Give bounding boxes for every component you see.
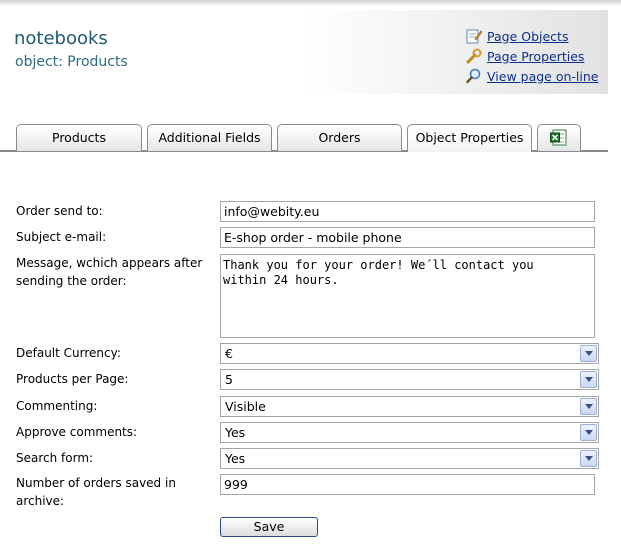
tab-orders[interactable]: Orders bbox=[277, 124, 402, 151]
search-form-value: Yes bbox=[225, 451, 246, 466]
message-label-line1: Message, wchich appears after bbox=[16, 256, 203, 270]
orders-archive-label-line2: archive: bbox=[16, 494, 65, 508]
products-per-page-value: 5 bbox=[225, 372, 233, 387]
message-textarea[interactable]: Thank you for your order! We´ll contact … bbox=[220, 254, 595, 338]
search-form-label: Search form: bbox=[16, 451, 94, 465]
page-properties-link-row: Page Properties bbox=[466, 46, 598, 66]
tab-object-properties[interactable]: Object Properties bbox=[407, 124, 532, 152]
order-send-to-label: Order send to: bbox=[16, 204, 103, 218]
order-send-to-input[interactable] bbox=[220, 201, 595, 222]
commenting-select[interactable]: Visible bbox=[220, 396, 599, 417]
top-border bbox=[0, 0, 621, 6]
page-objects-link[interactable]: Page Objects bbox=[487, 29, 568, 44]
default-currency-label: Default Currency: bbox=[16, 346, 121, 360]
tab-additional-fields[interactable]: Additional Fields bbox=[147, 124, 272, 151]
object-subtitle: object: Products bbox=[15, 54, 128, 70]
default-currency-value: € bbox=[225, 346, 233, 361]
subject-email-label: Subject e-mail: bbox=[16, 230, 107, 244]
tab-products[interactable]: Products bbox=[16, 124, 142, 151]
subject-email-input[interactable] bbox=[220, 227, 595, 248]
chevron-down-icon[interactable] bbox=[580, 450, 597, 467]
message-label-line2: sending the order: bbox=[16, 274, 127, 288]
magnifier-icon bbox=[466, 68, 482, 84]
chevron-down-icon[interactable] bbox=[580, 398, 597, 415]
view-page-online-link[interactable]: View page on-line bbox=[487, 69, 598, 84]
orders-archive-label-line1: Number of orders saved in bbox=[16, 476, 176, 490]
header-links: Page Objects Page Properties View page o… bbox=[466, 26, 598, 86]
commenting-label: Commenting: bbox=[16, 399, 98, 413]
orders-archive-input[interactable] bbox=[220, 474, 595, 495]
approve-comments-select[interactable]: Yes bbox=[220, 422, 599, 443]
default-currency-select[interactable]: € bbox=[220, 343, 599, 364]
tab-excel-export[interactable] bbox=[537, 124, 581, 151]
save-button[interactable]: Save bbox=[220, 517, 318, 537]
pencil-icon bbox=[466, 28, 483, 44]
message-label: Message, wchich appears after sending th… bbox=[16, 254, 202, 290]
orders-archive-label: Number of orders saved in archive: bbox=[16, 474, 176, 510]
commenting-value: Visible bbox=[225, 399, 266, 414]
page-header: notebooks object: Products Page Objects bbox=[0, 10, 608, 94]
chevron-down-icon[interactable] bbox=[580, 345, 597, 362]
view-page-link-row: View page on-line bbox=[466, 66, 598, 86]
tab-bar: Products Additional Fields Orders Object… bbox=[16, 124, 608, 152]
products-per-page-select[interactable]: 5 bbox=[220, 369, 599, 390]
approve-comments-label: Approve comments: bbox=[16, 425, 138, 439]
page-objects-link-row: Page Objects bbox=[466, 26, 598, 46]
page-properties-link[interactable]: Page Properties bbox=[487, 49, 584, 64]
search-form-select[interactable]: Yes bbox=[220, 448, 599, 469]
wrench-icon bbox=[466, 48, 482, 64]
site-title: notebooks bbox=[14, 28, 108, 49]
approve-comments-value: Yes bbox=[225, 425, 246, 440]
products-per-page-label: Products per Page: bbox=[16, 372, 129, 386]
chevron-down-icon[interactable] bbox=[580, 371, 597, 388]
chevron-down-icon[interactable] bbox=[580, 424, 597, 441]
excel-icon bbox=[550, 129, 568, 155]
